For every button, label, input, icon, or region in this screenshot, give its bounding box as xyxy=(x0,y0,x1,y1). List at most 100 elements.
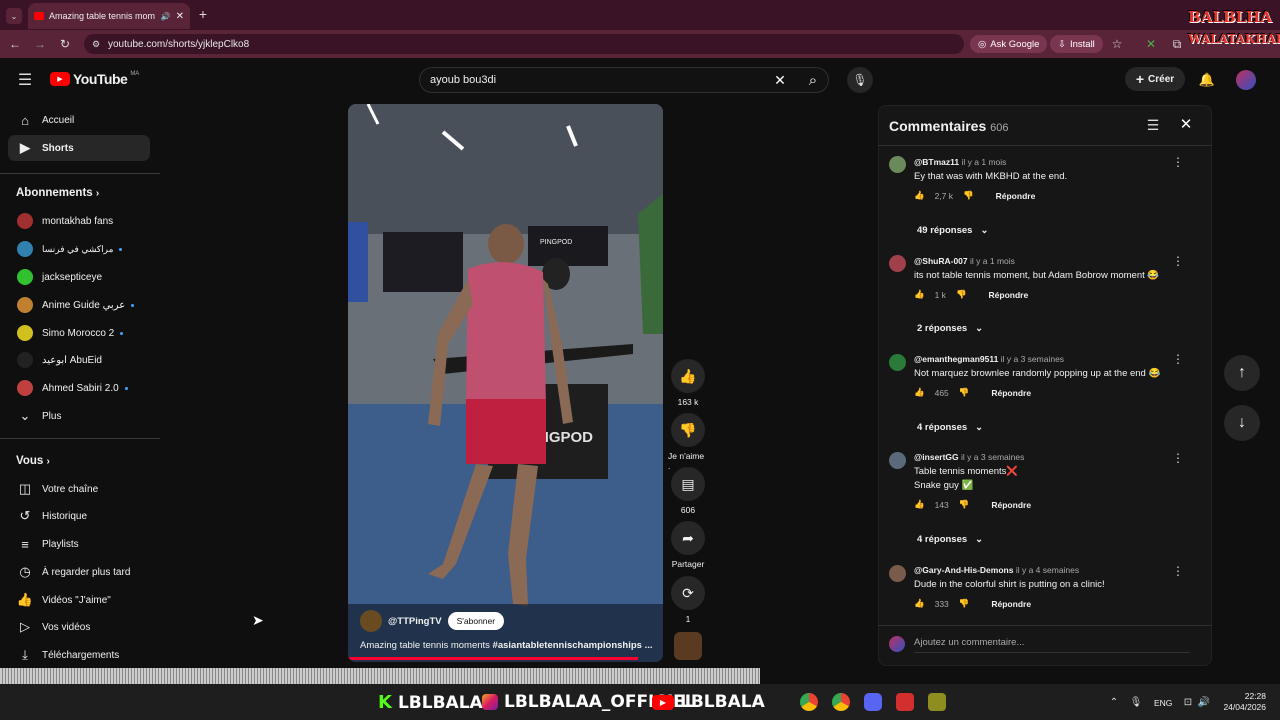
ask-google-button[interactable]: ◎ Ask Google xyxy=(970,35,1048,53)
comment-author[interactable]: @insertGG xyxy=(914,452,959,462)
create-button[interactable]: + Créer xyxy=(1125,67,1185,91)
replies-toggle[interactable]: 4 réponses ⌄ xyxy=(917,534,983,545)
sidebar-item-sub[interactable]: Anime Guide عربي xyxy=(8,292,150,318)
comment-avatar[interactable] xyxy=(889,255,906,272)
thumb-down-icon[interactable]: 👎 xyxy=(956,289,967,300)
share-button[interactable]: ➦ Partager xyxy=(668,521,708,569)
reply-button[interactable]: Répondre xyxy=(996,191,1036,201)
search-icon[interactable]: ⌕ xyxy=(804,71,822,89)
add-comment-input[interactable]: Ajoutez un commentaire... xyxy=(914,637,1190,653)
comment-menu-icon[interactable]: ⋮ xyxy=(1172,564,1184,578)
like-button[interactable]: 👍 163 k xyxy=(668,359,708,407)
progress-bar[interactable] xyxy=(348,657,638,660)
youtube-logo[interactable]: ▶ YouTube MA xyxy=(50,71,139,87)
language-indicator[interactable]: ENG xyxy=(1154,698,1172,708)
short-hashtag[interactable]: #asiantabletennischampionships ... xyxy=(493,640,653,651)
comment-avatar[interactable] xyxy=(889,565,906,582)
sidebar-item-your-videos[interactable]: ▷ Vos vidéos xyxy=(8,614,150,640)
volume-icon[interactable]: 🔊 xyxy=(1198,696,1210,708)
comments-button[interactable]: ▤ 606 xyxy=(668,467,708,515)
browser-tab[interactable]: Amazing table tennis mom 🔊 ✕ xyxy=(28,3,190,29)
replies-toggle[interactable]: 4 réponses ⌄ xyxy=(917,422,983,433)
thumb-down-icon[interactable]: 👎 xyxy=(959,499,970,510)
channel-name[interactable]: @TTPingTV xyxy=(388,616,442,627)
subscriptions-heading[interactable]: Abonnements › xyxy=(16,187,99,199)
search-input[interactable]: ayoub bou3di xyxy=(419,67,829,93)
new-tab-icon[interactable]: + xyxy=(196,6,210,22)
sidebar-item-sub[interactable]: jacksepticeye xyxy=(8,264,150,290)
account-avatar[interactable] xyxy=(1236,70,1256,90)
sidebar-item-more[interactable]: ⌄ Plus xyxy=(8,403,150,429)
audio-icon[interactable]: 🔊 xyxy=(161,12,171,21)
sidebar-item-sub[interactable]: montakhab fans xyxy=(8,208,150,234)
sidebar-item-watch-later[interactable]: ◷ À regarder plus tard xyxy=(8,559,150,585)
you-heading[interactable]: Vous › xyxy=(16,455,50,467)
comment-avatar[interactable] xyxy=(889,452,906,469)
replies-toggle[interactable]: 49 réponses ⌄ xyxy=(917,225,988,236)
comment-menu-icon[interactable]: ⋮ xyxy=(1172,451,1184,465)
extensions-puzzle-icon[interactable]: ⧉ xyxy=(1170,37,1184,51)
microphone-icon[interactable]: 🎙 xyxy=(847,67,873,93)
replies-toggle[interactable]: 2 réponses ⌄ xyxy=(917,323,983,334)
site-info-icon[interactable]: ⚙ xyxy=(90,38,102,50)
previous-short-button[interactable]: ↑ xyxy=(1224,355,1260,391)
url-field[interactable]: youtube.com/shorts/yjklepClko8 xyxy=(84,34,964,54)
subscribe-button[interactable]: S'abonner xyxy=(447,612,505,630)
comment-author[interactable]: @ShuRA-007 xyxy=(914,256,968,266)
sort-icon[interactable]: ☰ xyxy=(1144,117,1162,133)
sidebar-item-votre-chaine[interactable]: ◫ Votre chaîne xyxy=(8,476,150,502)
thumb-up-icon[interactable]: 👍 xyxy=(914,598,925,609)
bookmark-star-icon[interactable]: ☆ xyxy=(1110,37,1124,51)
reply-button[interactable]: Répondre xyxy=(991,500,1031,510)
clear-search-icon[interactable]: ✕ xyxy=(772,72,788,88)
clock[interactable]: 22:28 24/04/2026 xyxy=(1220,691,1266,713)
close-comments-icon[interactable]: ✕ xyxy=(1178,116,1194,133)
forward-icon[interactable]: → xyxy=(33,37,47,51)
sidebar-item-sub[interactable]: Simo Morocco 2 xyxy=(8,320,150,346)
thumb-up-icon[interactable]: 👍 xyxy=(914,289,925,300)
thumb-up-icon[interactable]: 👍 xyxy=(914,387,925,398)
sidebar-item-downloads[interactable]: ⤓ Téléchargements xyxy=(8,642,150,668)
dislike-button[interactable]: 👎 Je n'aime . xyxy=(668,413,708,471)
sidebar-item-sub[interactable]: مراكشي في فرنسا xyxy=(8,236,150,262)
thumb-down-icon[interactable]: 👎 xyxy=(963,190,974,201)
reply-button[interactable]: Répondre xyxy=(991,599,1031,609)
short-video-player[interactable]: PINGPOD NGPOD xyxy=(348,104,663,662)
comment-menu-icon[interactable]: ⋮ xyxy=(1172,352,1184,366)
thumb-up-icon[interactable]: 👍 xyxy=(914,499,925,510)
chrome-icon[interactable] xyxy=(832,693,850,711)
thumb-up-icon[interactable]: 👍 xyxy=(914,190,925,201)
comment-author[interactable]: @BTmaz11 xyxy=(914,157,959,167)
reply-button[interactable]: Répondre xyxy=(991,388,1031,398)
comment-menu-icon[interactable]: ⋮ xyxy=(1172,155,1184,169)
reply-button[interactable]: Répondre xyxy=(989,290,1029,300)
sidebar-item-historique[interactable]: ↺ Historique xyxy=(8,503,150,529)
menu-icon[interactable]: ☰ xyxy=(16,72,34,89)
tray-mic-icon[interactable]: 🎙 xyxy=(1130,696,1143,708)
thumb-down-icon[interactable]: 👎 xyxy=(959,598,970,609)
thumb-down-icon[interactable]: 👎 xyxy=(959,387,970,398)
comment-avatar[interactable] xyxy=(889,156,906,173)
comment-menu-icon[interactable]: ⋮ xyxy=(1172,254,1184,268)
sidebar-item-accueil[interactable]: ⌂ Accueil xyxy=(8,107,150,133)
recorder-icon[interactable] xyxy=(896,693,914,711)
tab-list-icon[interactable]: ⌄ xyxy=(6,8,22,24)
discord-icon[interactable] xyxy=(864,693,882,711)
sidebar-item-shorts[interactable]: ▶ Shorts xyxy=(8,135,150,161)
sound-thumbnail[interactable] xyxy=(674,632,702,660)
comment-avatar[interactable] xyxy=(889,354,906,371)
install-button[interactable]: ⇩ Install xyxy=(1050,35,1103,53)
back-icon[interactable]: ← xyxy=(8,37,22,51)
remix-button[interactable]: ⟳ 1 xyxy=(668,576,708,624)
tab-close-icon[interactable]: ✕ xyxy=(176,11,184,22)
app-icon[interactable] xyxy=(928,693,946,711)
network-icon[interactable]: ⊡ xyxy=(1182,696,1194,708)
reload-icon[interactable]: ↻ xyxy=(58,37,72,51)
chrome-icon[interactable] xyxy=(800,693,818,711)
notifications-bell-icon[interactable]: 🔔 xyxy=(1198,71,1216,89)
channel-avatar[interactable] xyxy=(360,610,382,632)
comment-author[interactable]: @Gary-And-His-Demons xyxy=(914,565,1013,575)
sidebar-item-sub[interactable]: Ahmed Sabiri 2.0 xyxy=(8,375,150,401)
tray-chevron-icon[interactable]: ⌃ xyxy=(1108,696,1120,708)
sidebar-item-liked-videos[interactable]: 👍 Vidéos "J'aime" xyxy=(8,587,150,613)
